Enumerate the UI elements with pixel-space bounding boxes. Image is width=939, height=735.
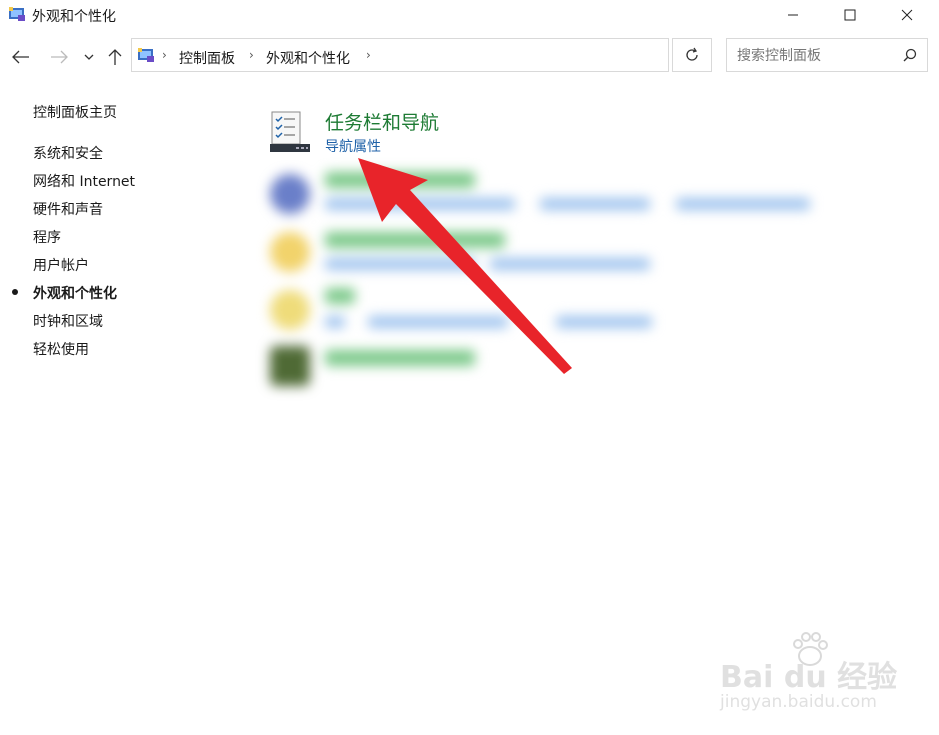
search-box[interactable] [726,38,928,72]
refresh-icon [686,47,698,61]
arrow-right-icon [51,50,68,64]
sidebar-item-clock-region[interactable]: 时钟和区域 [33,311,103,331]
title-bar: 外观和个性化 [0,0,939,30]
back-button[interactable] [8,44,34,70]
sidebar-item-programs[interactable]: 程序 [33,227,61,247]
taskbar-navigation-icon[interactable] [268,110,312,154]
arrow-up-icon [108,49,122,65]
sidebar-item-system-security[interactable]: 系统和安全 [33,143,103,163]
chevron-down-icon [84,54,94,60]
annotation-arrow-icon [358,158,572,374]
maximize-icon [844,9,856,21]
minimize-icon [788,14,798,16]
sidebar-item-ease-of-access[interactable]: 轻松使用 [33,339,89,359]
sidebar-item-user-accounts[interactable]: 用户帐户 [33,255,89,275]
navigation-bar: › 控制面板 › 外观和个性化 › [0,36,939,78]
up-button[interactable] [102,44,128,70]
close-button[interactable] [884,0,930,30]
watermark-url: jingyan.baidu.com [720,692,877,712]
recent-locations-button[interactable] [80,44,98,70]
blurred-icon [270,290,310,330]
refresh-button[interactable] [672,38,712,72]
forward-button[interactable] [46,44,72,70]
baidu-watermark: Bai du 经验 jingyan.baidu.com [718,632,898,718]
watermark-brand: Bai du 经验 [720,660,898,695]
blurred-icon [270,346,310,386]
window-title: 外观和个性化 [32,9,116,25]
breadcrumb-chevron-icon[interactable]: › [162,48,167,62]
arrow-left-icon [12,50,29,64]
control-panel-icon [9,7,25,21]
sidebar-item-home[interactable]: 控制面板主页 [33,102,117,122]
blurred-link [676,198,810,210]
sidebar-item-network[interactable]: 网络和 Internet [33,171,135,191]
search-icon[interactable] [903,48,917,62]
minimize-button[interactable] [770,0,816,30]
control-panel-icon [138,48,154,62]
breadcrumb-appearance[interactable]: 外观和个性化 [266,48,350,68]
address-bar[interactable]: › 控制面板 › 外观和个性化 › [131,38,789,72]
sidebar-item-hardware-sound[interactable]: 硬件和声音 [33,199,103,219]
breadcrumb-chevron-icon[interactable]: › [366,48,371,62]
blurred-icon [270,232,310,272]
sidebar-item-appearance[interactable]: 外观和个性化 [33,283,117,303]
breadcrumb-chevron-icon[interactable]: › [249,48,254,62]
maximize-button[interactable] [827,0,873,30]
category-title-taskbar-navigation[interactable]: 任务栏和导航 [325,108,439,135]
close-icon [901,9,913,21]
blurred-icon [270,174,310,214]
active-bullet-icon [12,289,18,295]
search-input[interactable] [735,45,899,67]
breadcrumb-control-panel[interactable]: 控制面板 [179,48,235,68]
